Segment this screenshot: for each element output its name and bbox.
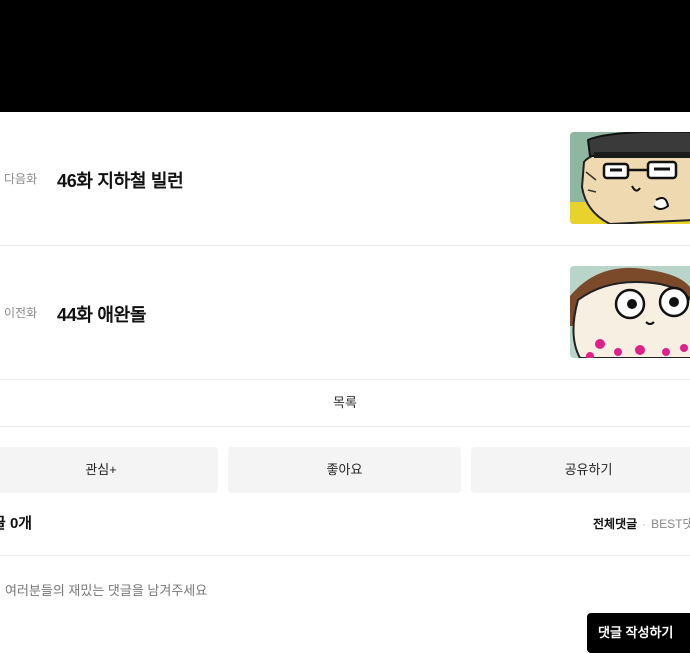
like-button[interactable]: 좋아요 (228, 447, 461, 493)
prev-episode-thumbnail[interactable] (570, 266, 690, 358)
prev-episode-row[interactable]: 이전화 44화 애완돌 (0, 246, 690, 380)
top-black-banner (0, 0, 690, 112)
next-episode-row[interactable]: 다음화 46화 지하철 빌런 (0, 112, 690, 246)
next-episode-title[interactable]: 46화 지하철 빌런 (57, 167, 184, 193)
tab-separator: · (642, 517, 647, 531)
next-episode-tag: 다음화 (4, 172, 38, 186)
share-button[interactable]: 공유하기 (471, 447, 690, 493)
comment-input[interactable]: 여러분들의 재밌는 댓글을 남겨주세요 (5, 580, 207, 599)
tab-all-comments[interactable]: 전체댓글 (593, 517, 637, 531)
tab-best-comments[interactable]: BEST댓 (651, 517, 690, 531)
comment-tabs: 전체댓글 · BEST댓 (593, 515, 690, 532)
comment-divider (0, 555, 690, 556)
write-comment-button[interactable]: 댓글 작성하기 (587, 613, 690, 653)
prev-episode-tag: 이전화 (4, 306, 38, 320)
episode-list-button[interactable]: 목록 (0, 380, 690, 427)
next-episode-thumbnail[interactable] (570, 132, 690, 224)
prev-episode-title[interactable]: 44화 애완돌 (57, 301, 146, 327)
subscribe-button[interactable]: 관심+ (0, 447, 218, 493)
comment-count: 글 0개 (0, 515, 33, 532)
